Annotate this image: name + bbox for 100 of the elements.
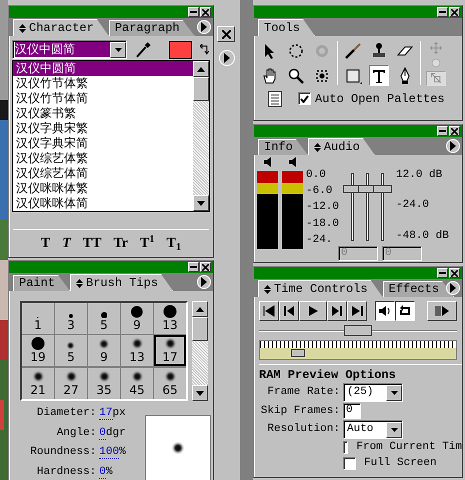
speaker-icon	[288, 157, 298, 167]
checkbox[interactable]	[298, 92, 311, 106]
minimize-button[interactable]	[437, 126, 448, 136]
rectangle-mask-icon	[344, 66, 362, 84]
minimize-button[interactable]	[188, 7, 199, 17]
property-value[interactable]: 100	[99, 446, 120, 459]
brush-tip[interactable]: 13	[154, 303, 186, 334]
playhead[interactable]	[291, 349, 306, 357]
first-frame-button[interactable]	[259, 301, 279, 321]
font-option[interactable]: 汉仪篆书繁	[13, 106, 193, 121]
checkbox[interactable]	[343, 456, 356, 470]
play-button[interactable]	[299, 301, 327, 321]
time-ruler[interactable]	[259, 340, 457, 360]
brush-tip[interactable]: 21	[22, 368, 54, 399]
brush-tip[interactable]: 13	[121, 335, 153, 366]
font-option[interactable]: 汉仪咪咪体简	[13, 196, 193, 211]
brush-tip[interactable]: 27	[55, 368, 87, 399]
scroll-up-button[interactable]	[192, 301, 208, 317]
dropdown-field[interactable]: Auto	[343, 420, 403, 440]
close-button[interactable]	[449, 126, 460, 136]
scroll-thumb[interactable]	[192, 317, 208, 341]
superscript-button[interactable]: T$^{1}$	[138, 236, 157, 253]
palette-menu-button[interactable]	[197, 275, 211, 289]
brush-tip[interactable]: 3	[55, 303, 87, 334]
close-button[interactable]	[449, 7, 460, 17]
brush-tip[interactable]: 45	[121, 368, 153, 399]
zoom-slider-thumb[interactable]	[344, 325, 372, 336]
brush-tip[interactable]: 9	[121, 303, 153, 334]
loop-button[interactable]	[395, 301, 415, 321]
brush-tip[interactable]: 17	[154, 335, 186, 366]
property-value[interactable]: 0	[99, 466, 106, 478]
palette-tab[interactable]: Paint	[13, 275, 70, 291]
font-option[interactable]: 汉仪综艺体繁	[13, 151, 193, 166]
minimize-button[interactable]	[437, 268, 448, 278]
scroll-thumb[interactable]	[193, 77, 209, 101]
dropdown-field[interactable]: (25)	[343, 383, 403, 402]
brush-tip[interactable]: 19	[22, 335, 54, 366]
all-caps-button[interactable]: TT	[80, 236, 104, 253]
brush-dot-icon	[162, 370, 178, 383]
small-caps-button[interactable]: Tr	[111, 236, 130, 253]
ram-preview-button[interactable]	[427, 301, 457, 321]
font-option[interactable]: 汉仪中圆简	[13, 61, 193, 76]
audio-button[interactable]	[375, 301, 395, 321]
number-field[interactable]: 0	[343, 403, 361, 420]
scroll-up-button[interactable]	[193, 61, 209, 77]
font-option[interactable]: 汉仪竹节体简	[13, 91, 193, 106]
brush-tip[interactable]: 5	[55, 335, 87, 366]
bold-button[interactable]: T	[38, 236, 52, 253]
palette-tab[interactable]: Effects	[382, 281, 454, 297]
font-option[interactable]: 汉仪字典宋简	[13, 136, 193, 151]
brush-icon	[344, 42, 362, 60]
palette-menu-button[interactable]	[197, 20, 211, 34]
font-option[interactable]: 汉仪咪咪体繁	[13, 181, 193, 196]
last-frame-button[interactable]	[347, 301, 367, 321]
palette-tab[interactable]: Character	[13, 19, 109, 36]
palette-list-icon[interactable]	[268, 91, 282, 107]
palette-tab[interactable]: Brush Tips	[70, 274, 174, 291]
checkbox[interactable]	[343, 441, 348, 454]
fill-color-swatch[interactable]	[168, 40, 192, 58]
palette-tab[interactable]: Info	[258, 139, 308, 155]
palette-menu-button[interactable]	[446, 281, 460, 295]
tool-button[interactable]	[369, 65, 389, 86]
palette-menu-button[interactable]	[219, 50, 235, 66]
palette-tab[interactable]: Time Controls	[258, 280, 383, 297]
minimize-button[interactable]	[188, 262, 199, 272]
option-label: Skip Frames:	[260, 404, 340, 418]
brush-tip[interactable]: 5	[88, 303, 120, 334]
font-field[interactable]: 汉仪中圆简	[12, 40, 128, 59]
property-value[interactable]: 0	[99, 426, 106, 440]
font-option[interactable]: 汉仪竹节体繁	[13, 76, 193, 91]
subscript-button[interactable]: T$_{1}$	[164, 236, 184, 253]
brush-dot-icon	[98, 338, 110, 350]
palette-menu-button[interactable]	[446, 139, 460, 153]
minimize-button[interactable]	[437, 7, 448, 17]
close-button[interactable]	[200, 262, 211, 272]
brush-tip[interactable]: 9	[88, 335, 120, 366]
palette-tab[interactable]: Tools	[258, 19, 316, 36]
brush-tip[interactable]: 35	[88, 368, 120, 399]
palette-tab[interactable]: Audio	[308, 138, 375, 155]
next-frame-button[interactable]	[327, 301, 347, 321]
close-icon	[451, 8, 458, 16]
slider-thumb[interactable]	[373, 184, 392, 193]
dropdown-button[interactable]	[110, 42, 126, 58]
brush-tip[interactable]: 65	[154, 368, 186, 399]
close-button[interactable]	[200, 7, 211, 17]
brush-tip[interactable]: 1	[22, 303, 54, 334]
brush-dot-icon	[96, 370, 112, 383]
property-value[interactable]: 17	[99, 407, 112, 420]
close-button[interactable]	[217, 26, 235, 42]
track-camera-icon	[429, 71, 443, 85]
scroll-down-button[interactable]	[192, 385, 208, 401]
eyedropper-icon[interactable]	[135, 40, 151, 58]
previous-frame-button[interactable]	[279, 301, 299, 321]
font-option[interactable]: 汉仪字典宋繁	[13, 121, 193, 136]
palette-tab[interactable]: Paragraph	[108, 20, 195, 36]
close-button[interactable]	[449, 268, 460, 278]
italic-button[interactable]: T	[60, 236, 73, 253]
font-option[interactable]: 汉仪综艺体简	[13, 166, 193, 181]
scroll-down-button[interactable]	[193, 195, 209, 211]
brush-dot-icon	[162, 337, 178, 350]
